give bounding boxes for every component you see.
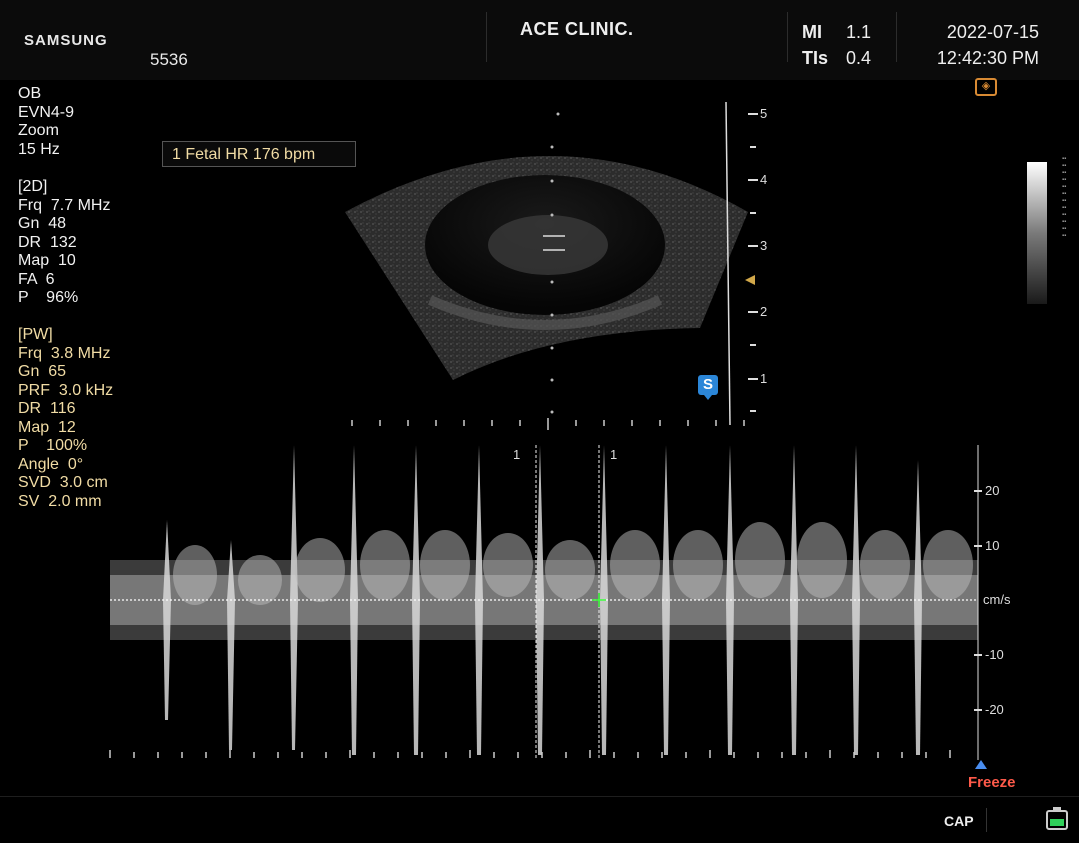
velocity-label-10: 10: [985, 538, 1000, 553]
ultrasound-image-area: [109, 101, 982, 760]
depth-label-3: 3: [760, 238, 768, 253]
time-ticks-top: [351, 418, 745, 430]
velocity-label-20: 20: [985, 483, 1000, 498]
focus-marker-icon[interactable]: [745, 275, 755, 285]
freeze-marker-icon: [975, 760, 987, 769]
status-divider: [986, 808, 987, 832]
gray-map-bar: [1027, 162, 1047, 304]
gray-map-legend: ▪▪ ▪▪ ▪▪ ▪▪ ▪▪ ▪▪ ▪▪ ▪▪ ▪▪ ▪▪ ▪▪ ▪▪: [1062, 156, 1067, 239]
cap-indicator: CAP: [944, 813, 974, 829]
freeze-status: Freeze: [968, 774, 1016, 791]
caliper-1-label: 1: [513, 447, 521, 462]
velocity-label-neg20: -20: [985, 702, 1004, 717]
velocity-unit: cm/s: [983, 592, 1011, 607]
fetus-echo: [488, 215, 608, 275]
depth-label-5: 5: [760, 106, 768, 121]
depth-label-1: 1: [760, 371, 768, 386]
depth-label-2: 2: [760, 304, 768, 319]
caliper-2-label: 1: [610, 447, 618, 462]
depth-scale-ticks: [748, 113, 758, 412]
s-detect-badge-icon[interactable]: S: [698, 375, 718, 400]
bottom-divider: [0, 796, 1079, 797]
velocity-label-neg10: -10: [985, 647, 1004, 662]
depth-label-4: 4: [760, 172, 768, 187]
battery-icon: [1046, 807, 1068, 830]
time-ticks-bottom: [109, 750, 951, 758]
